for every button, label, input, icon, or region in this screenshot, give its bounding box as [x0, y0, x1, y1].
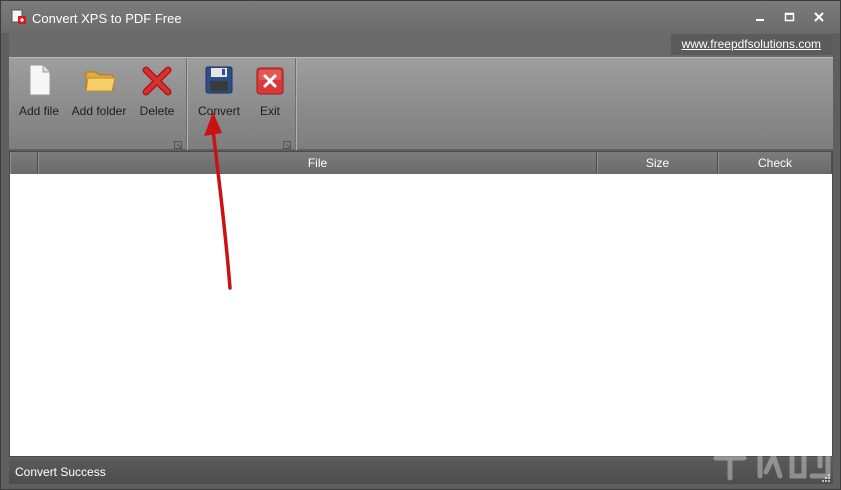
grid-body[interactable]: [10, 174, 832, 456]
app-window: Convert XPS to PDF Free www.freepdfsolut…: [0, 0, 841, 490]
maximize-button[interactable]: [778, 7, 800, 27]
website-link[interactable]: www.freepdfsolutions.com: [671, 34, 833, 55]
file-group: Add file Add folder Delete: [9, 58, 187, 150]
add-file-button[interactable]: Add file: [15, 62, 63, 124]
add-file-label: Add file: [18, 104, 60, 118]
column-header-file[interactable]: File: [38, 152, 597, 174]
status-text: Convert Success: [15, 465, 106, 479]
link-bar: www.freepdfsolutions.com: [9, 33, 833, 57]
resize-grip-icon[interactable]: [821, 472, 831, 482]
minimize-button[interactable]: [749, 7, 771, 27]
window-title: Convert XPS to PDF Free: [32, 11, 182, 26]
delete-label: Delete: [139, 104, 175, 118]
floppy-disk-icon: [204, 64, 234, 96]
exit-button[interactable]: Exit: [250, 62, 290, 124]
exit-icon: [255, 64, 285, 96]
grid-header: File Size Check: [10, 152, 832, 174]
exit-label: Exit: [259, 104, 280, 118]
convert-button[interactable]: Convert: [192, 62, 246, 124]
delete-x-icon: [142, 64, 172, 96]
app-icon: [11, 9, 27, 25]
status-bar: Convert Success: [9, 459, 833, 484]
column-header-size[interactable]: Size: [597, 152, 718, 174]
delete-button[interactable]: Delete: [133, 62, 181, 124]
group-launcher-icon[interactable]: [174, 138, 182, 149]
file-list-grid[interactable]: File Size Check: [9, 151, 833, 457]
add-folder-label: Add folder: [71, 104, 127, 118]
ribbon-toolbar: Add file Add folder Delete Convert Exit: [9, 57, 833, 150]
close-button[interactable]: [808, 7, 830, 27]
add-folder-button[interactable]: Add folder: [67, 62, 131, 124]
folder-icon: [84, 64, 116, 96]
group-launcher-icon[interactable]: [283, 138, 291, 149]
document-icon: [24, 64, 54, 96]
convert-label: Convert: [197, 104, 241, 118]
title-bar[interactable]: Convert XPS to PDF Free: [1, 1, 840, 33]
column-header-check[interactable]: Check: [718, 152, 832, 174]
column-header-select[interactable]: [10, 152, 38, 174]
action-group: Convert Exit: [188, 58, 296, 150]
